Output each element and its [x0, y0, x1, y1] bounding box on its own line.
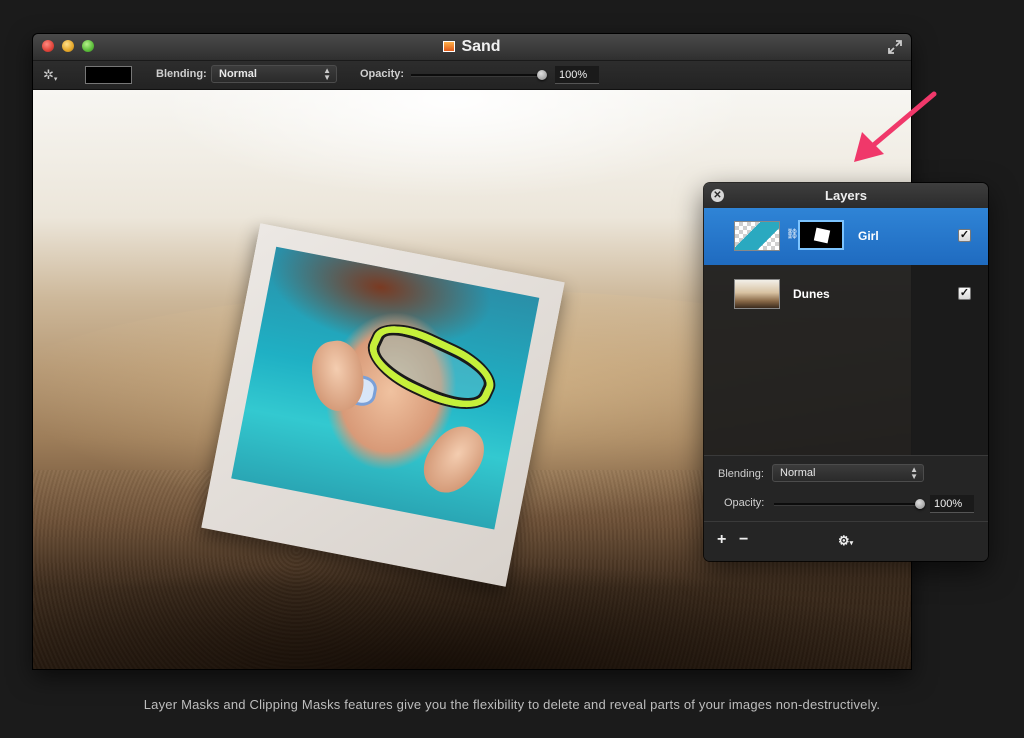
layer-opacity-slider[interactable]: [774, 503, 924, 506]
gear-icon[interactable]: ✲▾: [43, 67, 57, 83]
opacity-slider-knob[interactable]: [537, 70, 547, 80]
popup-arrows-icon: ▲ ▼: [323, 66, 331, 82]
layer-opacity-slider-knob[interactable]: [915, 499, 925, 509]
layer-mask-thumbnail[interactable]: [798, 220, 844, 250]
add-layer-button[interactable]: +: [717, 531, 726, 549]
toolbar: ✲▾ Blending: Normal ▲ ▼ Opacity: 100%: [33, 61, 911, 90]
layer-row-girl[interactable]: ⛓ Girl ✓: [704, 208, 988, 265]
blending-label: Blending:: [156, 68, 207, 80]
gear-menu-glyph: ⚙: [838, 533, 850, 548]
layer-blending-popup[interactable]: Normal ▲ ▼: [772, 464, 924, 482]
opacity-label: Opacity:: [360, 68, 405, 80]
opacity-slider[interactable]: [411, 74, 545, 77]
layers-panel: ✕ Layers ⛓ Girl ✓ Dunes ✓ Blending: Norm…: [704, 183, 988, 561]
layer-name: Girl: [858, 229, 879, 243]
layer-thumbnail: [734, 221, 780, 251]
blending-value: Normal: [780, 467, 816, 479]
pointer-arrow-icon: [854, 91, 937, 162]
right-hand: [413, 416, 495, 503]
opacity-value-field[interactable]: 100%: [555, 66, 599, 84]
layers-panel-footer: + − ⚙▾: [704, 521, 988, 561]
layers-panel-title: Layers: [825, 188, 867, 203]
blending-popup[interactable]: Normal ▲ ▼: [211, 65, 337, 83]
popup-arrows-icon: ▲ ▼: [910, 465, 918, 481]
visibility-checkbox[interactable]: ✓: [958, 287, 971, 300]
window-title-area: Sand: [33, 38, 911, 56]
fullscreen-icon[interactable]: [887, 39, 903, 55]
color-well[interactable]: [85, 66, 132, 84]
blending-label: Blending:: [718, 468, 764, 480]
document-icon: [443, 41, 456, 52]
polaroid-frame: [201, 223, 565, 587]
layer-opacity-value-field[interactable]: 100%: [930, 495, 974, 513]
blending-value: Normal: [219, 68, 257, 80]
remove-layer-button[interactable]: −: [739, 531, 748, 549]
feature-caption: Layer Masks and Clipping Masks features …: [143, 697, 881, 712]
layers-panel-header[interactable]: ✕ Layers: [704, 183, 988, 209]
window-title: Sand: [461, 38, 501, 55]
link-icon[interactable]: ⛓: [786, 229, 799, 240]
title-bar[interactable]: Sand: [33, 34, 911, 61]
layer-row-dunes[interactable]: Dunes ✓: [704, 265, 988, 322]
opacity-label: Opacity:: [724, 497, 765, 509]
goggles: [359, 313, 503, 422]
layer-thumbnail: [734, 279, 780, 309]
layer-name: Dunes: [793, 287, 830, 301]
gear-icon[interactable]: ⚙▾: [838, 533, 853, 549]
visibility-checkbox[interactable]: ✓: [958, 229, 971, 242]
polaroid-photo-girl: [231, 246, 540, 530]
